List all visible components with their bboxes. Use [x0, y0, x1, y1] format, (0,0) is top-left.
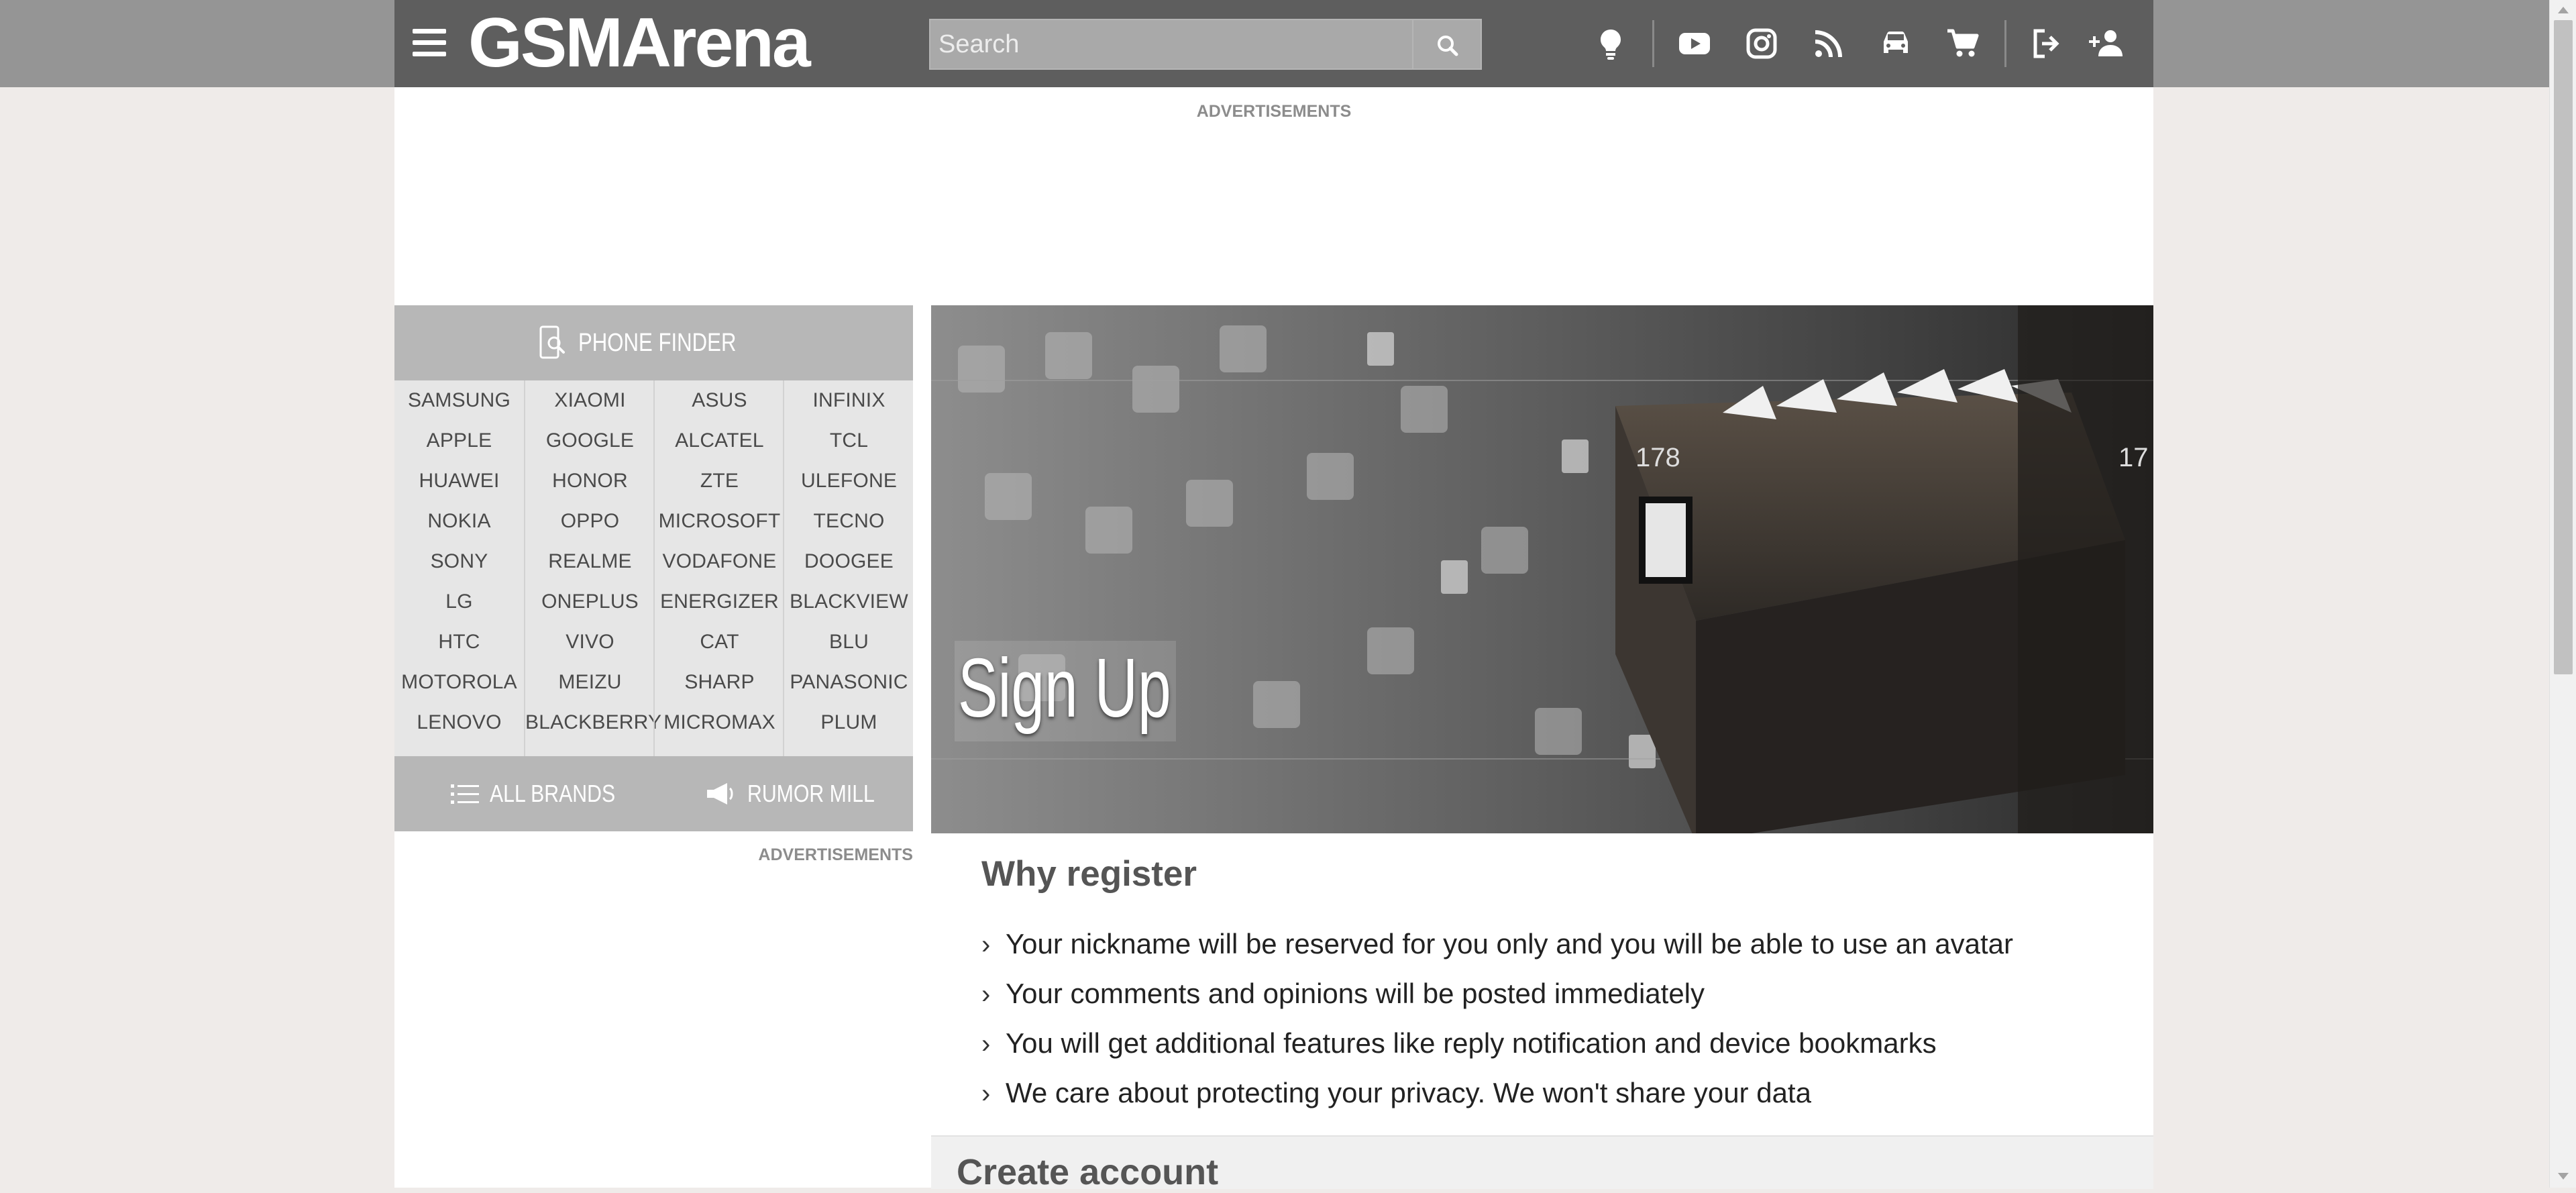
- cart-icon[interactable]: [1941, 21, 1985, 66]
- chevron-right-icon: ›: [981, 1079, 991, 1108]
- youtube-icon[interactable]: [1672, 21, 1717, 66]
- page-content: ADVERTISEMENTS PHONE FINDER SAMSUNG APPL…: [394, 87, 2153, 1192]
- brand-column: XIAOMI GOOGLE HONOR OPPO REALME ONEPLUS …: [524, 380, 661, 756]
- all-brands-label: ALL BRANDS: [490, 780, 616, 807]
- chevron-right-icon: ›: [981, 1029, 991, 1059]
- benefit-text: We care about protecting your privacy. W…: [1006, 1077, 1811, 1108]
- rumor-mill-link[interactable]: RUMOR MILL: [704, 756, 899, 831]
- hero-banner: 178 17 Sign Up: [931, 305, 2153, 833]
- all-brands-link[interactable]: ALL BRANDS: [449, 756, 639, 831]
- brand-link-xiaomi[interactable]: XIAOMI: [525, 380, 655, 421]
- drawer-number: 17: [2118, 443, 2149, 472]
- list-item: › Your comments and opinions will be post…: [981, 969, 2013, 1019]
- scrollbar-thumb[interactable]: [2554, 20, 2573, 674]
- brand-link-blu[interactable]: BLU: [784, 622, 914, 662]
- brand-link-sony[interactable]: SONY: [394, 541, 524, 582]
- brand-link-alcatel[interactable]: ALCATEL: [655, 421, 784, 461]
- list-item: › Your nickname will be reserved for you …: [981, 919, 2013, 969]
- page-title: Sign Up: [958, 642, 1171, 735]
- brand-link-panasonic[interactable]: PANASONIC: [784, 662, 914, 703]
- brand-link-blackberry[interactable]: BLACKBERRY: [525, 703, 661, 743]
- chevron-right-icon: ›: [981, 930, 991, 959]
- list-item: › We care about protecting your privacy. …: [981, 1068, 2013, 1118]
- brand-link-samsung[interactable]: SAMSUNG: [394, 380, 524, 421]
- benefits-list: › Your nickname will be reserved for you …: [981, 919, 2013, 1118]
- brand-link-ulefone[interactable]: ULEFONE: [784, 461, 914, 501]
- brand-link-htc[interactable]: HTC: [394, 622, 524, 662]
- brand-link-microsoft[interactable]: MICROSOFT: [655, 501, 784, 541]
- brand-link-infinix[interactable]: INFINIX: [784, 380, 914, 421]
- brand-grid: SAMSUNG APPLE HUAWEI NOKIA SONY LG HTC M…: [394, 380, 913, 756]
- toolbar-divider: [2004, 20, 2006, 67]
- brand-link-realme[interactable]: REALME: [525, 541, 655, 582]
- toolbar-divider: [1652, 20, 1654, 67]
- brand-link-vodafone[interactable]: VODAFONE: [655, 541, 784, 582]
- brand-link-asus[interactable]: ASUS: [655, 380, 784, 421]
- brand-link-doogee[interactable]: DOOGEE: [784, 541, 914, 582]
- brand-link-nokia[interactable]: NOKIA: [394, 501, 524, 541]
- rss-icon[interactable]: [1807, 21, 1851, 66]
- search-bar: [929, 19, 1482, 70]
- brand-link-vivo[interactable]: VIVO: [525, 622, 655, 662]
- sidebar-footer: ALL BRANDS RUMOR MILL: [394, 756, 913, 831]
- section-heading: Create account: [957, 1152, 1219, 1192]
- card-catalog-image: 178 17: [931, 305, 2153, 833]
- brand-link-oneplus[interactable]: ONEPLUS: [525, 582, 655, 622]
- brand-link-blackview[interactable]: BLACKVIEW: [784, 582, 914, 622]
- phone-finder-label: PHONE FINDER: [578, 328, 737, 357]
- create-account-section: Create account: [931, 1135, 2153, 1192]
- brand-link-energizer[interactable]: ENERGIZER: [655, 582, 784, 622]
- list-icon: [451, 784, 479, 804]
- why-register-section: Why register › Your nickname will be rese…: [931, 833, 2153, 1135]
- vertical-scrollbar[interactable]: [2549, 0, 2576, 1188]
- brand-link-plum[interactable]: PLUM: [784, 703, 914, 743]
- brand-link-motorola[interactable]: MOTOROLA: [394, 662, 524, 703]
- login-icon[interactable]: [2025, 21, 2069, 66]
- list-item: › You will get additional features like r…: [981, 1019, 2013, 1068]
- benefit-text: You will get additional features like re…: [1006, 1027, 1937, 1059]
- brand-link-tecno[interactable]: TECNO: [784, 501, 914, 541]
- top-navigation-bar: GSMArena: [394, 0, 2153, 87]
- brand-link-lg[interactable]: LG: [394, 582, 524, 622]
- brand-link-micromax[interactable]: MICROMAX: [655, 703, 784, 743]
- megaphone-icon: [707, 783, 733, 805]
- site-logo[interactable]: GSMArena: [468, 8, 811, 78]
- brand-link-cat[interactable]: CAT: [655, 622, 784, 662]
- phone-finder-button[interactable]: PHONE FINDER: [394, 305, 913, 380]
- search-input[interactable]: [929, 19, 1412, 70]
- tip-icon[interactable]: [1589, 21, 1633, 66]
- brand-link-oppo[interactable]: OPPO: [525, 501, 655, 541]
- search-button[interactable]: [1412, 19, 1482, 70]
- drawer-number: 178: [1635, 443, 1680, 472]
- brand-link-sharp[interactable]: SHARP: [655, 662, 784, 703]
- phone-finder-icon: [539, 325, 565, 359]
- chevron-right-icon: ›: [981, 980, 991, 1009]
- scroll-down-arrow[interactable]: [2558, 1173, 2569, 1180]
- brand-column: INFINIX TCL ULEFONE TECNO DOOGEE BLACKVI…: [783, 380, 914, 756]
- menu-icon[interactable]: [411, 25, 448, 62]
- sidebar: PHONE FINDER SAMSUNG APPLE HUAWEI NOKIA …: [394, 305, 913, 831]
- rumor-mill-label: RUMOR MILL: [747, 780, 875, 807]
- signup-icon[interactable]: [2085, 21, 2129, 66]
- benefit-text: Your nickname will be reserved for you o…: [1006, 928, 2013, 959]
- search-icon: [1438, 36, 1458, 56]
- instagram-icon[interactable]: [1739, 21, 1784, 66]
- advertisement-label: ADVERTISEMENTS: [1196, 102, 1352, 121]
- brand-link-zte[interactable]: ZTE: [655, 461, 784, 501]
- advertisement-label: ADVERTISEMENTS: [758, 845, 913, 864]
- brand-link-apple[interactable]: APPLE: [394, 421, 524, 461]
- brand-link-tcl[interactable]: TCL: [784, 421, 914, 461]
- car-icon[interactable]: [1874, 21, 1918, 66]
- section-heading: Why register: [981, 854, 1197, 894]
- benefit-text: Your comments and opinions will be poste…: [1006, 978, 1705, 1009]
- brand-link-google[interactable]: GOOGLE: [525, 421, 655, 461]
- brand-link-huawei[interactable]: HUAWEI: [394, 461, 524, 501]
- brand-link-lenovo[interactable]: LENOVO: [394, 703, 524, 743]
- brand-column: ASUS ALCATEL ZTE MICROSOFT VODAFONE ENER…: [653, 380, 784, 756]
- scroll-up-arrow[interactable]: [2558, 7, 2569, 13]
- brand-link-honor[interactable]: HONOR: [525, 461, 655, 501]
- brand-column: SAMSUNG APPLE HUAWEI NOKIA SONY LG HTC M…: [394, 380, 524, 756]
- brand-link-meizu[interactable]: MEIZU: [525, 662, 655, 703]
